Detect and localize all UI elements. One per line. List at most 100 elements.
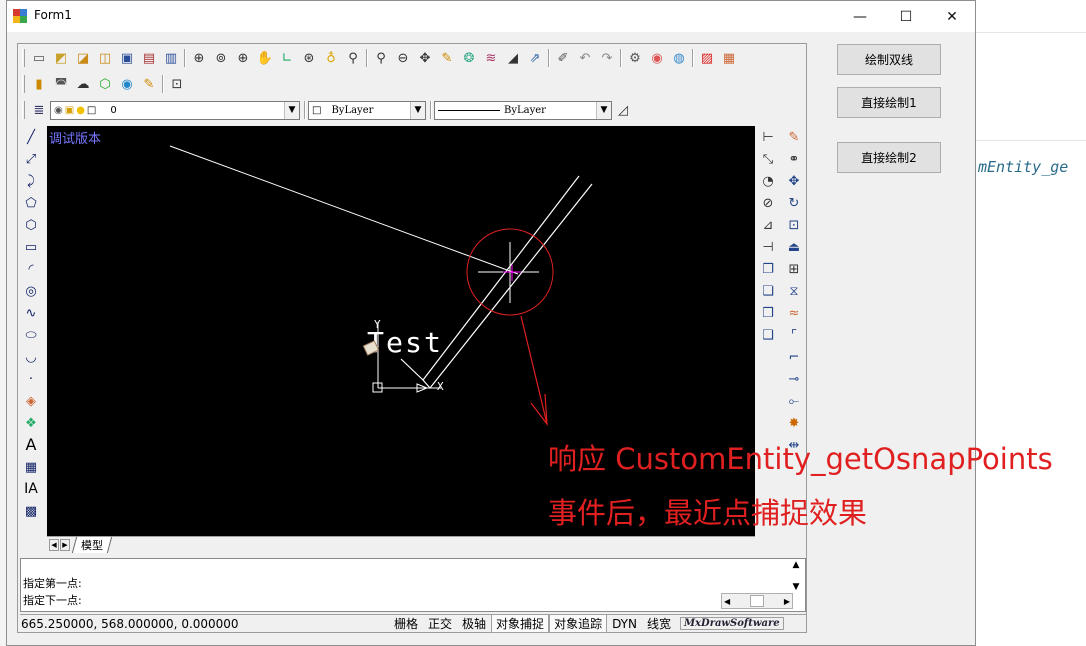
tab-model[interactable]: 模型 (71, 536, 113, 553)
offset-icon[interactable]: ≈ (783, 302, 805, 324)
layer-combo[interactable]: ◉ ▣ ● □ 0 ▼ (50, 100, 300, 120)
zoom-out-icon[interactable]: ⊖ (392, 47, 414, 69)
dim-linear-icon[interactable]: ⊢ (757, 126, 779, 148)
save-icon[interactable]: ▣ (116, 47, 138, 69)
pencil-icon[interactable]: ✎ (436, 47, 458, 69)
chevron-down-icon[interactable]: ▼ (596, 101, 611, 119)
colors-icon[interactable]: ❂ (458, 47, 480, 69)
command-scrollbar[interactable]: ▲ ▼ (788, 560, 804, 592)
fillet-icon[interactable]: ⌜ (783, 324, 805, 346)
dim-angular-icon[interactable]: ⊿ (757, 214, 779, 236)
explode-icon[interactable]: ✸ (783, 412, 805, 434)
zoom-extents-icon[interactable]: ∟ (276, 47, 298, 69)
xline-icon[interactable]: ⤢ (20, 148, 42, 170)
stretch-icon[interactable]: ⏏ (783, 236, 805, 258)
render-icon[interactable]: ◍ (668, 47, 690, 69)
chamfer-icon[interactable]: ⌐ (783, 346, 805, 368)
erase-icon[interactable]: ✎ (783, 126, 805, 148)
grid-toggle[interactable]: 栅格 (389, 614, 423, 633)
ellipse-arc-icon[interactable]: ◡ (20, 346, 42, 368)
mirror-icon[interactable]: ⧖ (783, 280, 805, 302)
pan-icon[interactable]: ✋ (254, 47, 276, 69)
chevron-down-icon[interactable]: ▼ (284, 101, 299, 119)
table-icon[interactable]: ▦ (20, 456, 42, 478)
print-preview-icon[interactable]: ▥ (160, 47, 182, 69)
cloud-icon[interactable]: ☁ (72, 73, 94, 95)
command-prompt-line[interactable]: 指定下一点: (23, 592, 82, 608)
hatch-icon[interactable]: ⬡ (94, 73, 116, 95)
zoom-in-icon[interactable]: ⊕ (232, 47, 254, 69)
extend-icon[interactable]: ⟜ (783, 390, 805, 412)
line-icon[interactable]: ╱ (20, 126, 42, 148)
undo-icon[interactable]: ↶ (574, 47, 596, 69)
dim-radius-icon[interactable]: ◔ (757, 170, 779, 192)
osnap-toggle[interactable]: 对象捕捉 (491, 614, 550, 633)
lineweight-toggle[interactable]: 线宽 (642, 614, 676, 633)
ortho-toggle[interactable]: 正交 (423, 614, 457, 633)
dim-continue-icon[interactable]: ⊣ (757, 236, 779, 258)
pen-icon[interactable]: ✎ (138, 73, 160, 95)
plot-icon[interactable]: ⚲ (342, 47, 364, 69)
properties-icon[interactable]: ✐ (552, 47, 574, 69)
draw-double-line-button[interactable]: 绘制双线 (837, 44, 941, 75)
maximize-button[interactable]: ☐ (883, 1, 929, 32)
direct-draw-2-button[interactable]: 直接绘制2 (837, 142, 941, 173)
palette-icon[interactable]: ◉ (646, 47, 668, 69)
insert-image-icon[interactable]: ◚ (50, 73, 72, 95)
chevron-down-icon[interactable]: ▼ (410, 101, 425, 119)
light-icon[interactable]: ♁ (320, 47, 342, 69)
open-recent-icon[interactable]: ◫ (94, 47, 116, 69)
spline-icon[interactable]: ∿ (20, 302, 42, 324)
otrack-toggle[interactable]: 对象追踪 (549, 614, 608, 633)
zoom-preview-icon[interactable]: ⊡ (166, 73, 188, 95)
circle-draw-icon[interactable]: ◎ (20, 280, 42, 302)
circle-icon[interactable]: ◉ (116, 73, 138, 95)
command-window[interactable]: 指定第一点: 指定下一点: ▲ ▼ ◀ ▶ (20, 558, 806, 612)
redo-icon[interactable]: ↷ (596, 47, 618, 69)
move-entity-icon[interactable]: ✥ (783, 170, 805, 192)
irregular-polygon-icon[interactable]: ⬡ (20, 214, 42, 236)
linetype-combo[interactable]: ByLayer ▼ (434, 100, 612, 120)
find-icon[interactable]: ⚲ (370, 47, 392, 69)
dim-diameter-icon[interactable]: ⊘ (757, 192, 779, 214)
arc-icon[interactable]: ◜ (20, 258, 42, 280)
dim-aligned-icon[interactable]: ⤡ (757, 148, 779, 170)
mtext-icon[interactable]: IA (20, 478, 42, 500)
draw-icon[interactable]: ◢ (502, 47, 524, 69)
copy-icon[interactable]: ⚭ (783, 148, 805, 170)
point-icon[interactable]: · (20, 368, 42, 390)
move-icon[interactable]: ✥ (414, 47, 436, 69)
ellipse-icon[interactable]: ⬭ (20, 324, 42, 346)
polygon-icon[interactable]: ⬠ (20, 192, 42, 214)
dyn-toggle[interactable]: DYN (607, 616, 642, 632)
block-icon[interactable]: ▮ (28, 73, 50, 95)
tab-next-icon[interactable]: ▶ (60, 538, 70, 551)
make-block-icon[interactable]: ❖ (20, 412, 42, 434)
hatch-draw-icon[interactable]: ▩ (20, 500, 42, 522)
polyline-icon[interactable]: ⤸ (20, 170, 42, 192)
draw-order-back-icon[interactable]: ❏ (757, 280, 779, 302)
text-icon[interactable]: A (20, 434, 42, 456)
array-icon[interactable]: ⊞ (783, 258, 805, 280)
image-icon[interactable]: ▦ (718, 47, 740, 69)
rectangle-icon[interactable]: ▭ (20, 236, 42, 258)
polar-toggle[interactable]: 极轴 (457, 614, 491, 633)
export-icon[interactable]: ⇗ (524, 47, 546, 69)
layers-icon[interactable]: ≋ (480, 47, 502, 69)
match-properties-icon[interactable]: ◿ (612, 99, 634, 121)
draw-order-under-icon[interactable]: ❑ (757, 324, 779, 346)
tools-icon[interactable]: ⚙ (624, 47, 646, 69)
draw-order-above-icon[interactable]: ❒ (757, 302, 779, 324)
zoom-window-icon[interactable]: ⊚ (210, 47, 232, 69)
trim-icon[interactable]: ⊸ (783, 368, 805, 390)
close-button[interactable]: ✕ (929, 1, 975, 32)
rotate-icon[interactable]: ↻ (783, 192, 805, 214)
measure-icon[interactable]: ⊛ (298, 47, 320, 69)
zoom-realtime-icon[interactable]: ⊕ (188, 47, 210, 69)
new-icon[interactable]: ▭ (28, 47, 50, 69)
scale-icon[interactable]: ⊡ (783, 214, 805, 236)
layer-manager-icon[interactable]: ≣ (28, 99, 50, 121)
insert-block-icon[interactable]: ◈ (20, 390, 42, 412)
pdf-icon[interactable]: ▨ (696, 47, 718, 69)
print-icon[interactable]: ▤ (138, 47, 160, 69)
